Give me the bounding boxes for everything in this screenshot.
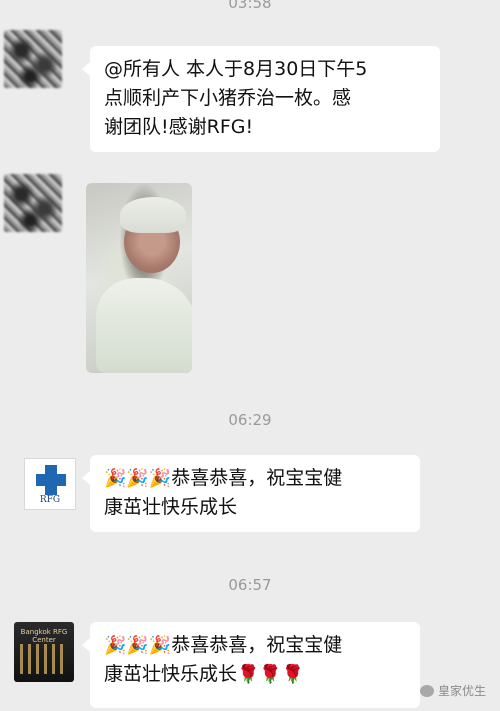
chat-screen: 03:58 @所有人 本人于8月30日下午5 点顺利产下小猪乔治一枚。感 谢团队… (0, 0, 500, 711)
message-line: 点顺利产下小猪乔治一枚。感 (104, 87, 352, 109)
message-text: 恭喜恭喜，祝宝宝健 (171, 467, 343, 489)
message-line: 康茁壮快乐成长🌹🌹🌹 (104, 660, 408, 689)
group-photo-icon (20, 644, 68, 674)
baby-hat (120, 197, 186, 233)
message-bubble[interactable]: @所有人 本人于8月30日下午5 点顺利产下小猪乔治一枚。感 谢团队!感谢RFG… (82, 46, 440, 152)
baby-photo[interactable] (86, 183, 192, 373)
message-bubble[interactable]: 🎉🎉🎉恭喜恭喜，祝宝宝健 康茁壮快乐成长🌹🌹🌹 (82, 622, 420, 708)
watermark: 皇家优生 (419, 682, 486, 699)
message-line: 🎉🎉🎉恭喜恭喜，祝宝宝健 (104, 631, 408, 660)
message-text: 康茁壮快乐成长 (104, 663, 238, 685)
timestamp: 06:57 (228, 576, 272, 594)
message-line: 🎉🎉🎉恭喜恭喜，祝宝宝健 (104, 464, 408, 493)
rfg-logo-avatar[interactable]: RFG (24, 458, 76, 510)
wechat-icon (419, 684, 434, 697)
blanket (96, 278, 192, 373)
avatar[interactable] (4, 30, 62, 88)
watermark-text: 皇家优生 (437, 684, 486, 698)
cross-icon (36, 474, 66, 486)
party-popper-icon: 🎉🎉🎉 (104, 635, 172, 656)
party-popper-icon: 🎉🎉🎉 (104, 468, 172, 489)
avatar[interactable] (4, 174, 62, 232)
rose-icon: 🌹🌹🌹 (237, 664, 305, 685)
logo-text: RFG (39, 495, 61, 505)
timestamp: 03:58 (228, 0, 272, 12)
timestamp: 06:29 (228, 411, 272, 429)
message-text: 恭喜恭喜，祝宝宝健 (171, 634, 343, 656)
message-line: 康茁壮快乐成长 (104, 496, 238, 518)
message-line: 谢团队!感谢RFG! (104, 116, 254, 138)
avatar-caption: Bangkok RFG Center (20, 628, 68, 644)
message-bubble[interactable]: 🎉🎉🎉恭喜恭喜，祝宝宝健 康茁壮快乐成长 (82, 455, 420, 532)
message-line: @所有人 本人于8月30日下午5 (104, 58, 368, 80)
group-avatar[interactable]: Bangkok RFG Center (14, 622, 74, 682)
